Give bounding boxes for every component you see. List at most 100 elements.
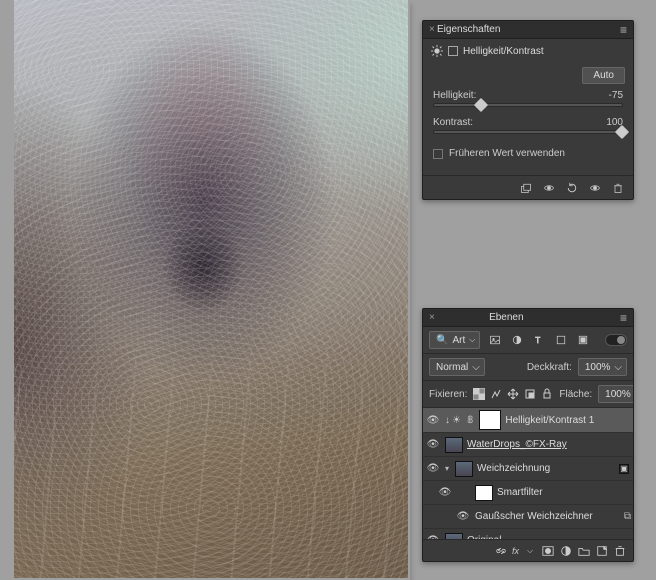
properties-footer (423, 175, 633, 199)
brightness-value[interactable]: -75 (609, 90, 623, 101)
filter-text-icon[interactable]: T (532, 333, 546, 347)
visibility-icon[interactable]: 👁 (437, 487, 453, 498)
new-layer-icon[interactable] (595, 544, 609, 558)
brightness-slider[interactable] (433, 103, 623, 107)
mask-link-icon[interactable]: 𝟠 (465, 415, 475, 426)
layer-mask-thumb[interactable] (479, 410, 501, 430)
lock-all-icon[interactable] (541, 388, 553, 400)
properties-panel-title: Eigenschaften (437, 24, 500, 35)
contrast-slider[interactable] (433, 130, 623, 134)
lock-artboard-icon[interactable] (524, 388, 536, 400)
panel-menu-icon[interactable]: ≡ (620, 314, 627, 322)
disclosure-triangle-icon[interactable]: ▾ (445, 464, 449, 473)
layer-filter-row: 🔍 Art ⌵ T (423, 327, 633, 354)
legacy-checkbox-row[interactable]: Früheren Wert verwenden (423, 142, 633, 165)
chevron-down-icon: ⌵ (472, 362, 480, 373)
layer-row[interactable]: 👁 Original (423, 529, 633, 539)
layer-name[interactable]: WaterDrops_©FX-Ray (467, 439, 567, 450)
lock-image-icon[interactable] (490, 388, 502, 400)
smart-object-badge-icon: ▣ (619, 464, 629, 474)
layer-thumb[interactable] (455, 461, 473, 477)
layer-name[interactable]: Gaußscher Weichzeichner (475, 511, 593, 522)
layers-list: 👁 ↓ ☀ 𝟠 Helligkeit/Kontrast 1 👁 WaterDro… (423, 408, 633, 539)
lock-label: Fixieren: (429, 389, 467, 400)
filter-options-icon[interactable]: ⧉ (624, 511, 629, 522)
fill-label: Fläche: (559, 389, 592, 400)
sun-icon: ☀ (452, 415, 461, 426)
layer-row[interactable]: 👁 Gaußscher Weichzeichner ⧉ (423, 505, 633, 529)
layer-style-icon[interactable]: fx (512, 546, 519, 556)
layer-row[interactable]: 👁 ↓ ☀ 𝟠 Helligkeit/Kontrast 1 (423, 408, 633, 433)
visibility-icon[interactable]: 👁 (425, 463, 441, 474)
contrast-label: Kontrast: (433, 117, 473, 128)
document-canvas[interactable] (14, 0, 408, 578)
reset-icon[interactable] (564, 180, 579, 195)
opacity-select[interactable]: 100% ⌵ (578, 358, 627, 376)
layer-row[interactable]: 👁 Smartfilter (423, 481, 633, 505)
properties-panel: × Eigenschaften ≡ Helligkeit/Kontrast Au… (422, 20, 634, 200)
layers-panel-header[interactable]: × Ebenen ≡ (423, 309, 633, 327)
layers-panel-title: Ebenen (489, 312, 523, 323)
close-icon[interactable]: × (429, 312, 435, 323)
properties-panel-header[interactable]: × Eigenschaften ≡ (423, 21, 633, 39)
chevron-down-icon: ⌵ (469, 335, 475, 345)
blend-opacity-row: Normal ⌵ Deckkraft: 100% ⌵ (423, 354, 633, 381)
toggle-visibility-icon[interactable] (587, 180, 602, 195)
trash-icon[interactable] (610, 180, 625, 195)
chevron-down-icon[interactable]: ⌵ (523, 544, 537, 558)
filter-type-icons: T (488, 333, 590, 347)
opacity-label: Deckkraft: (527, 362, 572, 373)
panel-menu-icon[interactable]: ≡ (620, 26, 627, 34)
adjustment-preset-icon[interactable] (447, 45, 459, 57)
add-mask-icon[interactable] (541, 544, 555, 558)
filter-smart-icon[interactable] (576, 333, 590, 347)
sun-icon (431, 45, 443, 57)
layer-name[interactable]: Weichzeichnung (477, 463, 550, 474)
chevron-down-icon: ⌵ (614, 362, 622, 373)
legacy-checkbox[interactable] (433, 149, 443, 159)
filter-kind-select[interactable]: 🔍 Art ⌵ (429, 331, 480, 349)
filter-image-icon[interactable] (488, 333, 502, 347)
arrow-down-icon: ↓ (445, 415, 450, 426)
layers-panel: × Ebenen ≡ 🔍 Art ⌵ T Normal ⌵ (422, 308, 634, 562)
layer-thumb[interactable] (445, 437, 463, 453)
layer-name[interactable]: Smartfilter (497, 487, 543, 498)
fill-select[interactable]: 100% ⌵ (598, 385, 633, 403)
layer-row[interactable]: 👁 ▾ Weichzeichnung ▣ (423, 457, 633, 481)
layer-name[interactable]: Helligkeit/Kontrast 1 (505, 415, 594, 426)
clip-to-layer-icon[interactable] (518, 180, 533, 195)
svg-text:T: T (536, 336, 541, 345)
brightness-slider-row: Helligkeit: -75 (423, 88, 633, 107)
view-previous-icon[interactable] (541, 180, 556, 195)
legacy-checkbox-label: Früheren Wert verwenden (449, 148, 565, 159)
blend-mode-label: Normal (436, 362, 468, 373)
adjustment-layer-icon[interactable] (559, 544, 573, 558)
fill-value: 100% (605, 389, 631, 400)
brightness-label: Helligkeit: (433, 90, 476, 101)
visibility-icon[interactable]: 👁 (425, 439, 441, 450)
filter-toggle[interactable] (605, 334, 627, 346)
adjustment-name: Helligkeit/Kontrast (463, 46, 544, 57)
search-icon: 🔍 (436, 335, 448, 346)
lock-fill-row: Fixieren: Fläche: 100% ⌵ (423, 381, 633, 408)
lock-position-icon[interactable] (507, 388, 519, 400)
layer-row[interactable]: 👁 WaterDrops_©FX-Ray (423, 433, 633, 457)
filter-kind-label: Art (452, 335, 465, 346)
lock-transparent-icon[interactable] (473, 388, 485, 400)
close-icon[interactable]: × (429, 24, 435, 35)
filter-shape-icon[interactable] (554, 333, 568, 347)
canvas-image (14, 0, 408, 578)
group-icon[interactable] (577, 544, 591, 558)
blend-mode-select[interactable]: Normal ⌵ (429, 358, 485, 376)
filter-adjust-icon[interactable] (510, 333, 524, 347)
auto-button[interactable]: Auto (582, 67, 625, 84)
visibility-icon[interactable]: 👁 (455, 511, 471, 522)
trash-icon[interactable] (613, 544, 627, 558)
adjustment-heading-row: Helligkeit/Kontrast (423, 41, 633, 61)
opacity-value: 100% (585, 362, 611, 373)
layers-footer: fx ⌵ (423, 539, 633, 561)
filter-mask-thumb[interactable] (475, 485, 493, 501)
link-layers-icon[interactable] (494, 544, 508, 558)
contrast-slider-row: Kontrast: 100 (423, 115, 633, 134)
visibility-icon[interactable]: 👁 (425, 415, 441, 426)
